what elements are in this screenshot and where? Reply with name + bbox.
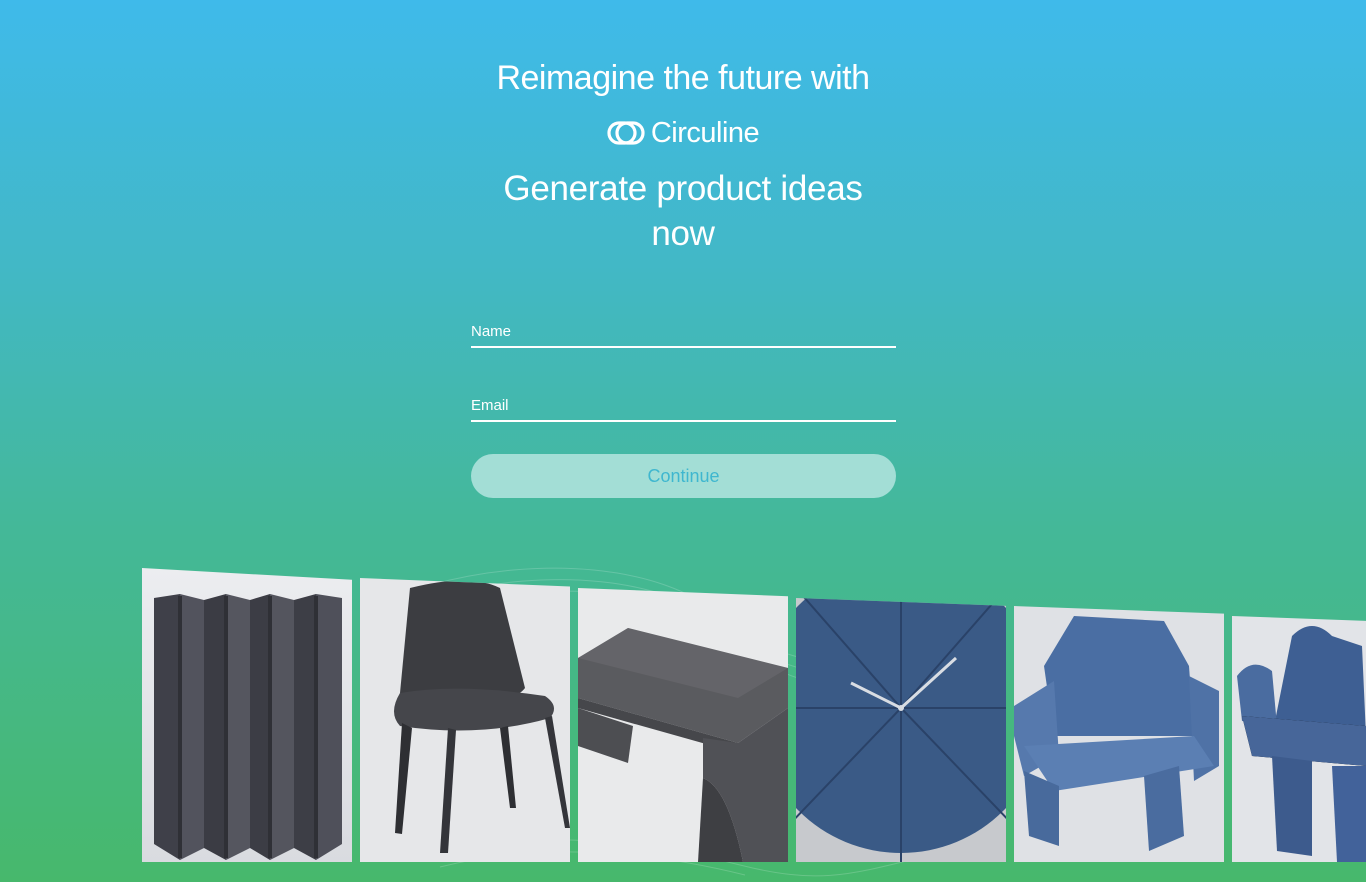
brand-name: Circuline <box>650 117 760 149</box>
name-field-wrapper <box>471 316 896 348</box>
chair-image[interactable] <box>360 578 570 862</box>
sculptural-chair-image[interactable] <box>1232 616 1366 862</box>
wall-clock-image[interactable] <box>796 598 1006 862</box>
folding-screen-image[interactable] <box>142 568 352 862</box>
bench-image[interactable] <box>578 588 788 862</box>
email-field-wrapper <box>471 390 896 422</box>
headline: Reimagine the future with <box>496 59 870 97</box>
brand-logo: Circuline <box>0 116 1366 150</box>
email-input[interactable] <box>471 390 896 420</box>
circuline-logo-icon <box>607 121 645 145</box>
armchair-image[interactable] <box>1014 606 1224 862</box>
continue-button[interactable]: Continue <box>471 454 896 498</box>
subtitle: Generate product ideas now <box>503 169 863 253</box>
name-input[interactable] <box>471 316 896 346</box>
